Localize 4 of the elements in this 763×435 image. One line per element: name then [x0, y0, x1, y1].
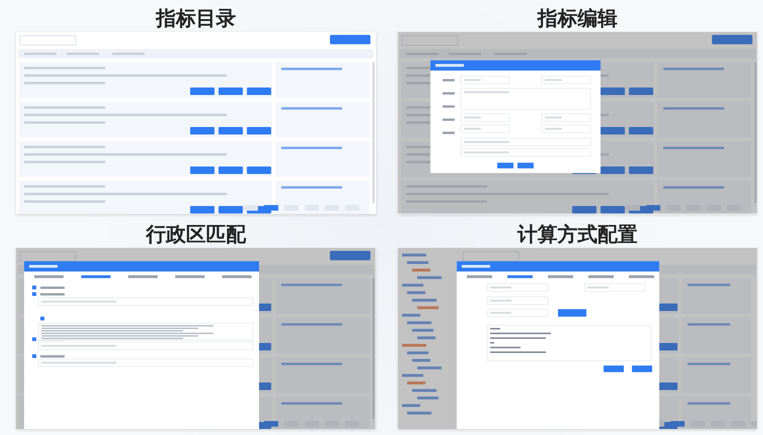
screenshot-title: 行政区匹配: [146, 220, 246, 248]
screenshot-title: 计算方式配置: [517, 220, 638, 248]
screenshot-title: 指标目录: [156, 5, 236, 32]
screenshot-title: 指标编辑: [537, 5, 618, 32]
